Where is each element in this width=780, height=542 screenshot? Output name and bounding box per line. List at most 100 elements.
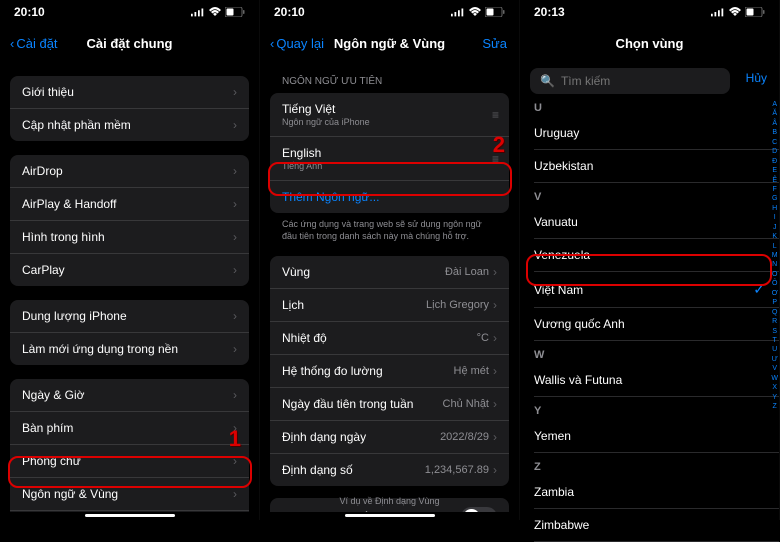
row-region-setting[interactable]: VùngĐài Loan› [270,256,509,289]
row-airdrop[interactable]: AirDrop› [10,155,249,188]
nav-bar: Chọn vùng [520,24,779,62]
row-lang-english[interactable]: EnglishTiếng Anh ≡ [270,137,509,181]
row-language-region[interactable]: Ngôn ngữ & Vùng› [10,478,249,511]
status-bar: 20:10 [260,0,519,24]
search-icon: 🔍 [540,74,555,88]
row-airplay[interactable]: AirPlay & Handoff› [10,188,249,221]
chevron-right-icon: › [493,430,497,444]
signal-icon [451,7,465,17]
checkmark-icon: ✓ [753,281,765,298]
index-bar[interactable]: AĂÂBCDĐEÊFGHIJKLMNOÔƠPQRSTUƯVWXYZ [771,100,778,411]
battery-icon [225,7,245,17]
status-icons [711,7,765,17]
search-wrap: 🔍 Hủy [520,62,779,94]
row-background-refresh[interactable]: Làm mới ứng dụng trong nền› [10,333,249,365]
region-row[interactable]: Uzbekistan [534,150,779,183]
region-row[interactable]: Vanuatu [534,206,779,239]
chevron-right-icon: › [233,342,237,356]
region-row[interactable]: Venezuela [534,239,779,272]
callout-2: 2 [493,132,505,158]
nav-title: Chọn vùng [616,36,684,51]
chevron-right-icon: › [493,298,497,312]
signal-icon [711,7,725,17]
home-indicator[interactable] [85,514,175,517]
row-date-time[interactable]: Ngày & Giờ› [10,379,249,412]
chevron-right-icon: › [493,463,497,477]
row-about[interactable]: Giới thiệu› [10,76,249,109]
row-region-setting[interactable]: Ngày đầu tiên trong tuầnChủ Nhật› [270,388,509,421]
row-region-setting[interactable]: Nhiệt độ°C› [270,322,509,355]
row-region-setting[interactable]: Định dạng ngày2022/8/29› [270,421,509,454]
back-button[interactable]: ‹Cài đặt [10,36,58,51]
drag-handle-icon[interactable]: ≡ [492,108,497,122]
live-text-toggle[interactable] [461,507,497,512]
row-carplay[interactable]: CarPlay› [10,254,249,286]
row-dictionary[interactable]: Từ điển› [10,511,249,512]
home-indicator[interactable] [345,514,435,517]
row-fonts[interactable]: Phông chữ› [10,445,249,478]
row-region-setting[interactable]: LịchLịch Gregory› [270,289,509,322]
status-bar: 20:10 [0,0,259,24]
example-label: Ví dụ về Định dạng Vùng [339,496,439,506]
chevron-right-icon: › [233,230,237,244]
chevron-right-icon: › [233,309,237,323]
row-storage[interactable]: Dung lượng iPhone› [10,300,249,333]
search-bar[interactable]: 🔍 [530,68,730,94]
region-list[interactable]: UUruguayUzbekistanVVanuatuVenezuelaViệt … [520,94,779,542]
row-keyboard[interactable]: Bàn phím› [10,412,249,445]
group-storage: Dung lượng iPhone› Làm mới ứng dụng tron… [10,300,249,365]
row-software-update[interactable]: Cập nhật phần mềm› [10,109,249,141]
chevron-right-icon: › [233,118,237,132]
chevron-right-icon: › [233,388,237,402]
group-airdrop: AirDrop› AirPlay & Handoff› Hình trong h… [10,155,249,286]
row-add-language[interactable]: Thêm Ngôn ngữ... [270,181,509,213]
back-button[interactable]: ‹Quay lại [270,36,324,51]
region-row[interactable]: Uruguay [534,117,779,150]
row-region-setting[interactable]: Hệ thống đo lườngHệ mét› [270,355,509,388]
chevron-right-icon: › [233,263,237,277]
chevron-right-icon: › [493,397,497,411]
wifi-icon [208,7,222,17]
status-icons [451,7,505,17]
chevron-right-icon: › [233,85,237,99]
cancel-button[interactable]: Hủy [740,71,779,85]
battery-icon [485,7,505,17]
row-pip[interactable]: Hình trong hình› [10,221,249,254]
chevron-left-icon: ‹ [270,36,274,51]
group-about: Giới thiệu› Cập nhật phần mềm› [10,76,249,141]
signal-icon [191,7,205,17]
row-lang-vietnamese[interactable]: Tiếng ViệtNgôn ngữ của iPhone ≡ [270,93,509,137]
nav-bar: ‹Cài đặt Cài đặt chung [0,24,259,62]
lang-content[interactable]: NGÔN NGỮ ƯU TIÊN Tiếng ViệtNgôn ngữ của … [260,62,519,512]
section-header: Y [534,397,779,420]
chevron-right-icon: › [233,454,237,468]
edit-button[interactable]: Sửa [482,36,507,51]
nav-bar: ‹Quay lại Ngôn ngữ & Vùng Sửa [260,24,519,62]
chevron-right-icon: › [493,364,497,378]
status-time: 20:10 [14,5,45,19]
region-row[interactable]: Việt Nam✓ [534,272,779,308]
region-row[interactable]: Zambia [534,476,779,509]
callout-1: 1 [229,426,241,452]
preferred-lang-footer: Các ứng dụng và trang web sẽ sử dụng ngô… [270,213,509,248]
region-row[interactable]: Wallis và Futuna [534,364,779,397]
chevron-right-icon: › [233,487,237,501]
chevron-right-icon: › [233,164,237,178]
search-input[interactable] [561,74,720,88]
status-bar: 20:13 [520,0,779,24]
row-region-setting[interactable]: Định dạng số1,234,567.89› [270,454,509,486]
section-header: W [534,341,779,364]
chevron-right-icon: › [493,331,497,345]
region-row[interactable]: Yemen [534,420,779,453]
wifi-icon [728,7,742,17]
section-header: U [534,94,779,117]
chevron-right-icon: › [233,197,237,211]
nav-title: Cài đặt chung [87,36,173,51]
region-row[interactable]: Zimbabwe [534,509,779,542]
preferred-lang-header: NGÔN NGỮ ƯU TIÊN [270,72,509,91]
settings-content[interactable]: Giới thiệu› Cập nhật phần mềm› AirDrop› … [0,62,259,512]
section-header: Z [534,453,779,476]
group-preferred-langs: Tiếng ViệtNgôn ngữ của iPhone ≡ EnglishT… [270,93,509,213]
region-row[interactable]: Vương quốc Anh [534,308,779,341]
status-time: 20:13 [534,5,565,19]
